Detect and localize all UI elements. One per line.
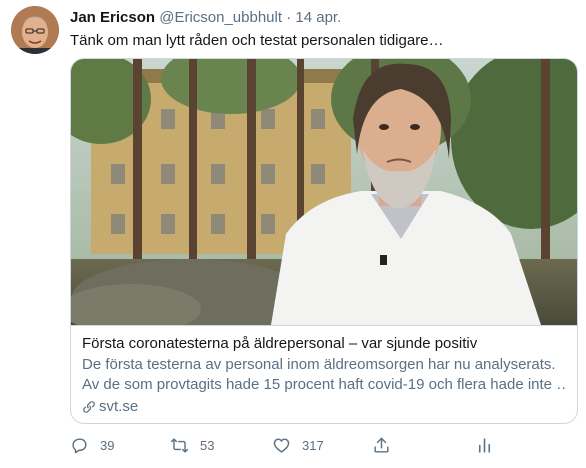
retweet-icon <box>170 437 189 453</box>
tweet[interactable]: Jan Ericson @Ericson_ubbhult · 14 apr. T… <box>0 0 586 468</box>
share-button[interactable] <box>372 433 391 457</box>
card-image[interactable] <box>71 59 577 325</box>
card-photo <box>71 59 577 325</box>
action-bar: 39 53 317 <box>70 433 570 457</box>
reply-button[interactable]: 39 <box>70 433 114 457</box>
card-title: Första coronatesterna på äldrepersonal –… <box>82 335 478 352</box>
author-name[interactable]: Jan Ericson <box>70 9 155 26</box>
card-domain: svt.se <box>82 397 566 417</box>
author-handle[interactable]: @Ericson_ubbhult <box>159 9 282 26</box>
like-button[interactable]: 317 <box>272 433 324 457</box>
retweet-count: 53 <box>200 437 215 453</box>
card-description-line: Av de som provtagits hade 15 procent haf… <box>82 376 566 393</box>
card-description-line: De första testerna av personal inom äldr… <box>82 356 556 373</box>
card-description: De första testerna av personal inom äldr… <box>82 355 566 395</box>
separator-dot: · <box>286 9 292 26</box>
avatar-photo <box>11 6 59 54</box>
reply-icon <box>72 437 87 453</box>
link-card[interactable]: Första coronatesterna på äldrepersonal –… <box>70 58 578 424</box>
heart-icon <box>273 437 290 453</box>
tweet-header: Jan Ericson @Ericson_ubbhult · 14 apr. <box>70 8 341 28</box>
card-domain-text: svt.se <box>99 398 139 415</box>
retweet-button[interactable]: 53 <box>170 433 214 457</box>
link-icon <box>83 401 95 413</box>
like-count: 317 <box>302 437 324 453</box>
tweet-text: Tänk om man lytt råden och testat person… <box>70 32 444 49</box>
avatar[interactable] <box>11 6 59 54</box>
card-body[interactable]: Första coronatesterna på äldrepersonal –… <box>71 325 577 423</box>
reply-count: 39 <box>100 437 115 453</box>
share-icon <box>374 437 389 453</box>
tweet-date[interactable]: 14 apr. <box>295 9 341 26</box>
analytics-icon <box>478 437 491 453</box>
analytics-button[interactable] <box>475 433 494 457</box>
